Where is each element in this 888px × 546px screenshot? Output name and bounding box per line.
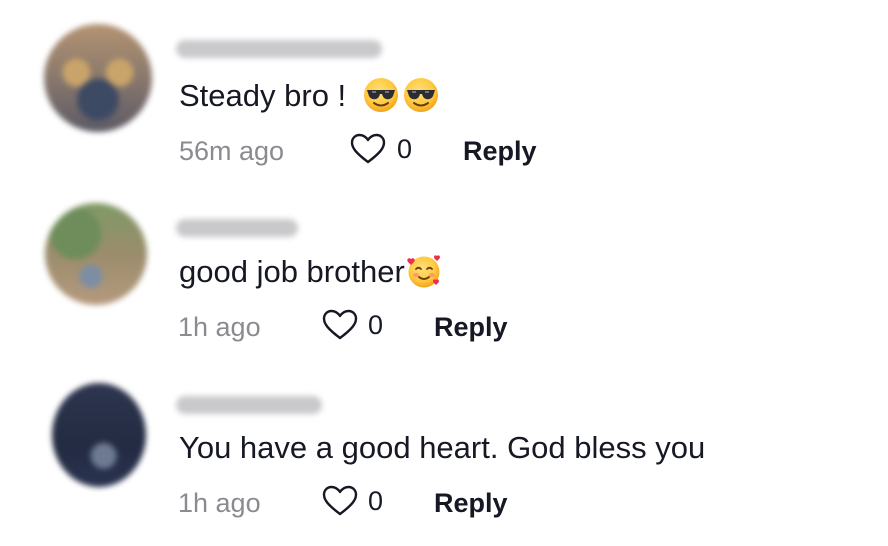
heart-icon[interactable] (322, 309, 358, 341)
smiling-face-with-sunglasses-icon (363, 77, 398, 112)
timestamp: 1h ago (178, 312, 261, 342)
comment-item: good job brother 1h ago 0 Reply (0, 176, 888, 352)
avatar[interactable] (45, 203, 147, 305)
username[interactable] (176, 219, 298, 237)
comment-text: Steady bro ! (179, 76, 439, 116)
timestamp: 56m ago (179, 136, 285, 166)
smiling-face-with-hearts-icon (407, 255, 440, 288)
like-count: 0 (368, 486, 384, 516)
comment-text-content: Steady bro ! (179, 78, 347, 113)
like-count: 0 (397, 134, 413, 164)
comment-item: Steady bro ! 56m ago 0 Reply (0, 0, 888, 176)
avatar[interactable] (44, 24, 152, 132)
avatar[interactable] (52, 383, 146, 487)
username[interactable] (176, 40, 382, 58)
heart-icon[interactable] (322, 485, 358, 517)
comment-text-content: You have a good heart. God bless you (179, 430, 706, 465)
reply-button[interactable]: Reply (434, 488, 508, 518)
reply-button[interactable]: Reply (434, 312, 508, 342)
comment-text: good job brother (179, 252, 442, 292)
comment-text-content: good job brother (179, 254, 405, 289)
comment-text: You have a good heart. God bless you (179, 428, 705, 468)
username[interactable] (176, 396, 322, 414)
timestamp: 1h ago (178, 488, 261, 518)
smiling-face-with-sunglasses-icon (404, 77, 439, 112)
comment-item: You have a good heart. God bless you 1h … (0, 352, 888, 528)
reply-button[interactable]: Reply (463, 136, 537, 166)
like-count: 0 (368, 310, 384, 340)
heart-icon[interactable] (350, 133, 386, 165)
